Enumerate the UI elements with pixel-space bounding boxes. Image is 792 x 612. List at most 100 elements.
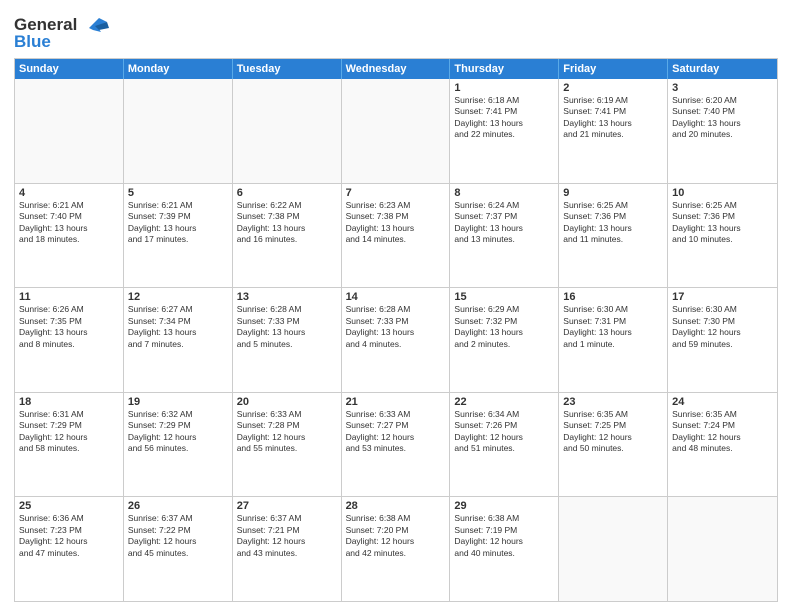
logo-text-blue: Blue <box>14 32 51 52</box>
day-info: Sunrise: 6:24 AM Sunset: 7:37 PM Dayligh… <box>454 200 554 246</box>
calendar-cell: 14Sunrise: 6:28 AM Sunset: 7:33 PM Dayli… <box>342 288 451 392</box>
calendar-cell <box>559 497 668 601</box>
calendar-cell: 13Sunrise: 6:28 AM Sunset: 7:33 PM Dayli… <box>233 288 342 392</box>
day-info: Sunrise: 6:35 AM Sunset: 7:24 PM Dayligh… <box>672 409 773 455</box>
day-number: 5 <box>128 187 228 199</box>
day-info: Sunrise: 6:33 AM Sunset: 7:28 PM Dayligh… <box>237 409 337 455</box>
day-info: Sunrise: 6:30 AM Sunset: 7:30 PM Dayligh… <box>672 304 773 350</box>
day-number: 11 <box>19 291 119 303</box>
day-number: 12 <box>128 291 228 303</box>
calendar-cell <box>15 79 124 183</box>
day-info: Sunrise: 6:28 AM Sunset: 7:33 PM Dayligh… <box>346 304 446 350</box>
header-day-friday: Friday <box>559 59 668 79</box>
day-info: Sunrise: 6:23 AM Sunset: 7:38 PM Dayligh… <box>346 200 446 246</box>
calendar-cell: 17Sunrise: 6:30 AM Sunset: 7:30 PM Dayli… <box>668 288 777 392</box>
day-info: Sunrise: 6:30 AM Sunset: 7:31 PM Dayligh… <box>563 304 663 350</box>
day-info: Sunrise: 6:28 AM Sunset: 7:33 PM Dayligh… <box>237 304 337 350</box>
calendar-row-3: 11Sunrise: 6:26 AM Sunset: 7:35 PM Dayli… <box>15 287 777 392</box>
day-info: Sunrise: 6:25 AM Sunset: 7:36 PM Dayligh… <box>672 200 773 246</box>
header-day-tuesday: Tuesday <box>233 59 342 79</box>
day-info: Sunrise: 6:38 AM Sunset: 7:20 PM Dayligh… <box>346 513 446 559</box>
day-number: 20 <box>237 396 337 408</box>
day-info: Sunrise: 6:18 AM Sunset: 7:41 PM Dayligh… <box>454 95 554 141</box>
day-number: 10 <box>672 187 773 199</box>
calendar-cell: 29Sunrise: 6:38 AM Sunset: 7:19 PM Dayli… <box>450 497 559 601</box>
calendar-cell: 22Sunrise: 6:34 AM Sunset: 7:26 PM Dayli… <box>450 393 559 497</box>
calendar-cell <box>342 79 451 183</box>
calendar-cell: 20Sunrise: 6:33 AM Sunset: 7:28 PM Dayli… <box>233 393 342 497</box>
calendar-cell: 18Sunrise: 6:31 AM Sunset: 7:29 PM Dayli… <box>15 393 124 497</box>
day-number: 17 <box>672 291 773 303</box>
day-number: 21 <box>346 396 446 408</box>
day-info: Sunrise: 6:35 AM Sunset: 7:25 PM Dayligh… <box>563 409 663 455</box>
day-info: Sunrise: 6:26 AM Sunset: 7:35 PM Dayligh… <box>19 304 119 350</box>
day-number: 28 <box>346 500 446 512</box>
day-number: 15 <box>454 291 554 303</box>
page: General Blue SundayMondayTuesdayWednesda… <box>0 0 792 612</box>
day-number: 16 <box>563 291 663 303</box>
logo: General Blue <box>14 14 109 52</box>
calendar-header: SundayMondayTuesdayWednesdayThursdayFrid… <box>15 59 777 79</box>
day-number: 19 <box>128 396 228 408</box>
calendar-cell: 16Sunrise: 6:30 AM Sunset: 7:31 PM Dayli… <box>559 288 668 392</box>
calendar-cell: 23Sunrise: 6:35 AM Sunset: 7:25 PM Dayli… <box>559 393 668 497</box>
calendar-cell: 21Sunrise: 6:33 AM Sunset: 7:27 PM Dayli… <box>342 393 451 497</box>
day-number: 23 <box>563 396 663 408</box>
day-number: 2 <box>563 82 663 94</box>
day-number: 22 <box>454 396 554 408</box>
header-day-wednesday: Wednesday <box>342 59 451 79</box>
calendar-cell: 10Sunrise: 6:25 AM Sunset: 7:36 PM Dayli… <box>668 184 777 288</box>
day-number: 13 <box>237 291 337 303</box>
day-number: 14 <box>346 291 446 303</box>
day-number: 18 <box>19 396 119 408</box>
calendar-cell: 26Sunrise: 6:37 AM Sunset: 7:22 PM Dayli… <box>124 497 233 601</box>
day-number: 27 <box>237 500 337 512</box>
header-day-monday: Monday <box>124 59 233 79</box>
day-info: Sunrise: 6:37 AM Sunset: 7:21 PM Dayligh… <box>237 513 337 559</box>
day-number: 25 <box>19 500 119 512</box>
day-number: 24 <box>672 396 773 408</box>
day-info: Sunrise: 6:33 AM Sunset: 7:27 PM Dayligh… <box>346 409 446 455</box>
day-number: 29 <box>454 500 554 512</box>
day-info: Sunrise: 6:21 AM Sunset: 7:39 PM Dayligh… <box>128 200 228 246</box>
day-info: Sunrise: 6:37 AM Sunset: 7:22 PM Dayligh… <box>128 513 228 559</box>
day-number: 6 <box>237 187 337 199</box>
day-number: 9 <box>563 187 663 199</box>
day-number: 7 <box>346 187 446 199</box>
day-number: 8 <box>454 187 554 199</box>
calendar-cell: 28Sunrise: 6:38 AM Sunset: 7:20 PM Dayli… <box>342 497 451 601</box>
day-info: Sunrise: 6:32 AM Sunset: 7:29 PM Dayligh… <box>128 409 228 455</box>
calendar-row-2: 4Sunrise: 6:21 AM Sunset: 7:40 PM Daylig… <box>15 183 777 288</box>
day-number: 1 <box>454 82 554 94</box>
calendar: SundayMondayTuesdayWednesdayThursdayFrid… <box>14 58 778 602</box>
header-day-saturday: Saturday <box>668 59 777 79</box>
calendar-cell: 11Sunrise: 6:26 AM Sunset: 7:35 PM Dayli… <box>15 288 124 392</box>
calendar-cell: 8Sunrise: 6:24 AM Sunset: 7:37 PM Daylig… <box>450 184 559 288</box>
calendar-cell: 24Sunrise: 6:35 AM Sunset: 7:24 PM Dayli… <box>668 393 777 497</box>
day-number: 3 <box>672 82 773 94</box>
day-info: Sunrise: 6:36 AM Sunset: 7:23 PM Dayligh… <box>19 513 119 559</box>
calendar-row-5: 25Sunrise: 6:36 AM Sunset: 7:23 PM Dayli… <box>15 496 777 601</box>
calendar-cell: 19Sunrise: 6:32 AM Sunset: 7:29 PM Dayli… <box>124 393 233 497</box>
day-info: Sunrise: 6:19 AM Sunset: 7:41 PM Dayligh… <box>563 95 663 141</box>
day-info: Sunrise: 6:20 AM Sunset: 7:40 PM Dayligh… <box>672 95 773 141</box>
calendar-cell: 9Sunrise: 6:25 AM Sunset: 7:36 PM Daylig… <box>559 184 668 288</box>
calendar-cell: 25Sunrise: 6:36 AM Sunset: 7:23 PM Dayli… <box>15 497 124 601</box>
calendar-cell <box>233 79 342 183</box>
day-number: 26 <box>128 500 228 512</box>
day-info: Sunrise: 6:22 AM Sunset: 7:38 PM Dayligh… <box>237 200 337 246</box>
day-info: Sunrise: 6:38 AM Sunset: 7:19 PM Dayligh… <box>454 513 554 559</box>
calendar-cell: 12Sunrise: 6:27 AM Sunset: 7:34 PM Dayli… <box>124 288 233 392</box>
header-day-sunday: Sunday <box>15 59 124 79</box>
calendar-cell: 7Sunrise: 6:23 AM Sunset: 7:38 PM Daylig… <box>342 184 451 288</box>
calendar-row-4: 18Sunrise: 6:31 AM Sunset: 7:29 PM Dayli… <box>15 392 777 497</box>
calendar-cell: 27Sunrise: 6:37 AM Sunset: 7:21 PM Dayli… <box>233 497 342 601</box>
calendar-cell: 1Sunrise: 6:18 AM Sunset: 7:41 PM Daylig… <box>450 79 559 183</box>
calendar-cell <box>668 497 777 601</box>
header: General Blue <box>14 10 778 52</box>
header-day-thursday: Thursday <box>450 59 559 79</box>
calendar-cell: 5Sunrise: 6:21 AM Sunset: 7:39 PM Daylig… <box>124 184 233 288</box>
day-number: 4 <box>19 187 119 199</box>
day-info: Sunrise: 6:31 AM Sunset: 7:29 PM Dayligh… <box>19 409 119 455</box>
logo-bird-icon <box>79 14 109 36</box>
